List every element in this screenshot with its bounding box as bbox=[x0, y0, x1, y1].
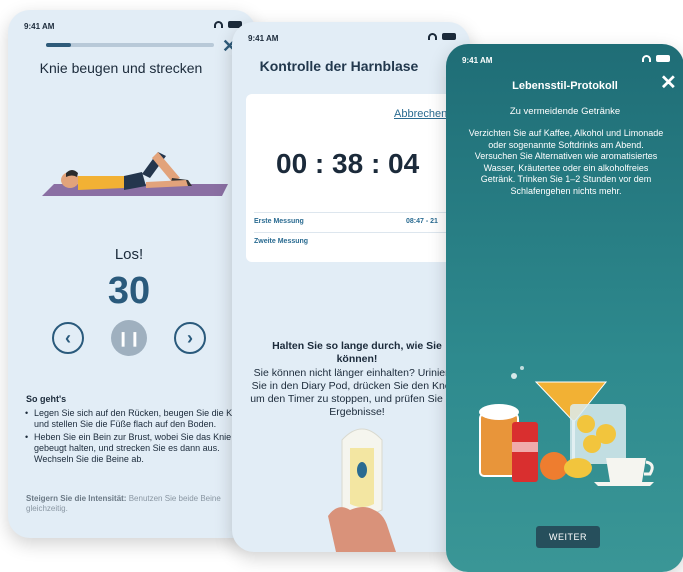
intensity-label: Steigern Sie die Intensität: bbox=[26, 494, 127, 503]
go-label: Los! bbox=[114, 246, 144, 263]
status-bar: 9:41 AM bbox=[446, 44, 683, 66]
status-time: 9:41 AM bbox=[24, 22, 55, 31]
drinks-illustration bbox=[479, 366, 654, 486]
continue-button[interactable]: WEITER bbox=[536, 526, 600, 548]
timer-card: Abbrechen 00 : 38 : 04 Erste Messung 08:… bbox=[246, 94, 460, 262]
status-time: 9:41 AM bbox=[462, 56, 493, 65]
pause-icon: ❙❙ bbox=[117, 329, 141, 346]
measurement-row: Zweite Messung bbox=[254, 232, 460, 245]
status-bar: 9:41 AM bbox=[8, 10, 256, 32]
next-button[interactable]: › bbox=[174, 322, 206, 354]
exercise-title: Knie beugen und strecken bbox=[39, 60, 203, 76]
exercise-screen: 9:41 AM ✕ Knie beugen und strecken Los! … bbox=[8, 10, 256, 538]
hold-instructions: Sie können nicht länger einhalten? Urini… bbox=[250, 367, 464, 418]
pause-button[interactable]: ❙❙ bbox=[111, 320, 147, 356]
measurement-row: Erste Messung 08:47 - 21 bbox=[254, 212, 460, 225]
measurement-label: Erste Messung bbox=[254, 218, 304, 225]
chevron-right-icon: › bbox=[187, 327, 193, 348]
section-subtitle: Zu vermeidende Getränke bbox=[509, 106, 621, 117]
exercise-progress-bar bbox=[46, 43, 214, 47]
howto-heading: So geht's bbox=[26, 394, 67, 404]
previous-button[interactable]: ‹ bbox=[52, 322, 84, 354]
wifi-icon bbox=[428, 33, 437, 40]
status-time: 9:41 AM bbox=[248, 34, 279, 43]
battery-icon bbox=[442, 33, 456, 40]
bladder-control-screen: 9:41 AM Kontrolle der Harnblase Abbreche… bbox=[232, 22, 470, 552]
howto-steps: Legen Sie sich auf den Rücken, beugen Si… bbox=[24, 408, 250, 467]
wifi-icon bbox=[642, 55, 651, 62]
measurement-label: Zweite Messung bbox=[254, 238, 309, 245]
measurement-value: 08:47 - 21 bbox=[406, 218, 438, 225]
status-bar: 9:41 AM bbox=[232, 22, 470, 44]
advice-text: Verzichten Sie auf Kaffee, Alkohol und L… bbox=[468, 128, 664, 196]
hold-heading: Halten Sie so lange durch, wie Sie könne… bbox=[272, 340, 442, 365]
howto-step: Legen Sie sich auf den Rücken, beugen Si… bbox=[25, 408, 250, 430]
exercise-illustration bbox=[42, 152, 228, 196]
cancel-link[interactable]: Abbrechen bbox=[394, 108, 447, 120]
howto-step: Heben Sie ein Bein zur Brust, wobei Sie … bbox=[25, 432, 250, 465]
page-title: Kontrolle der Harnblase bbox=[259, 58, 419, 74]
wifi-icon bbox=[214, 21, 223, 28]
timer-display: 00 : 38 : 04 bbox=[276, 148, 420, 179]
chevron-left-icon: ‹ bbox=[65, 327, 71, 348]
rep-counter: 30 bbox=[107, 270, 151, 312]
intensity-hint: Steigern Sie die Intensität: Benutzen Si… bbox=[26, 494, 246, 514]
lifestyle-screen: 9:41 AM ✕ Lebensstil-Protokoll Zu vermei… bbox=[446, 44, 683, 572]
diary-pod-illustration bbox=[328, 428, 396, 552]
page-title: Lebensstil-Protokoll bbox=[512, 80, 618, 92]
progress-fill bbox=[46, 43, 72, 47]
battery-icon bbox=[656, 55, 670, 62]
